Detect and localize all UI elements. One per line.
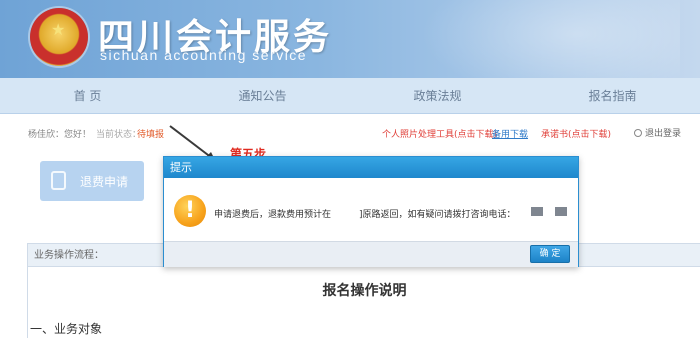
- refund-apply-button[interactable]: 退费申请: [40, 161, 144, 201]
- nav-item-guide[interactable]: 报名指南: [525, 78, 700, 113]
- alert-dialog: 提示 ! 申请退费后，退款费用预计在 ]原路返回，如有疑问请拨打咨询电话： 确 …: [163, 156, 579, 267]
- power-icon: [634, 129, 642, 137]
- status-bar: 杨佳欣：您好！ 当前状态： 待填报 个人照片处理工具(点击下载) 备用下载 承诺…: [0, 114, 700, 148]
- user-greeting: 杨佳欣：您好！: [28, 130, 92, 140]
- backup-download-link[interactable]: 备用下载: [492, 127, 528, 140]
- logout-label: 退出登录: [645, 129, 682, 139]
- star-icon: ★: [51, 20, 66, 39]
- dialog-message-part1: 申请退费后，退款费用预计在: [214, 210, 332, 220]
- main-nav: 首 页 通知公告 政策法规 报名指南: [0, 78, 700, 114]
- promise-letter-link[interactable]: 承诺书(点击下载): [541, 127, 611, 140]
- warning-icon: !: [174, 195, 206, 227]
- nav-item-home[interactable]: 首 页: [0, 78, 175, 113]
- national-emblem-icon: ★: [30, 8, 88, 66]
- logout-link[interactable]: 退出登录: [634, 126, 681, 139]
- nav-item-policies[interactable]: 政策法规: [350, 78, 525, 113]
- refund-apply-label: 退费申请: [80, 175, 129, 189]
- ok-button[interactable]: 确 定: [530, 245, 570, 263]
- redacted-block: [531, 207, 543, 216]
- site-subtitle: sichuan accounting service: [100, 47, 308, 63]
- section-heading-1: 一、业务对象: [30, 322, 103, 336]
- state-value: 待填报: [137, 130, 165, 140]
- header-banner: ★ 四川会计服务 sichuan accounting service: [0, 0, 700, 78]
- dialog-footer: 确 定: [164, 241, 578, 267]
- redacted-block: [555, 207, 567, 216]
- dialog-title: 提示: [164, 157, 578, 178]
- sichuan-map-watermark: [420, 0, 680, 78]
- state-label: 当前状态：: [96, 130, 142, 140]
- nav-item-notices[interactable]: 通知公告: [175, 78, 350, 113]
- photo-tool-link[interactable]: 个人照片处理工具(点击下载): [382, 127, 497, 140]
- process-title: 报名操作说明: [322, 283, 407, 299]
- dialog-message-part2: ]原路返回，如有疑问请拨打咨询电话：: [359, 210, 516, 220]
- lock-icon: [51, 171, 66, 190]
